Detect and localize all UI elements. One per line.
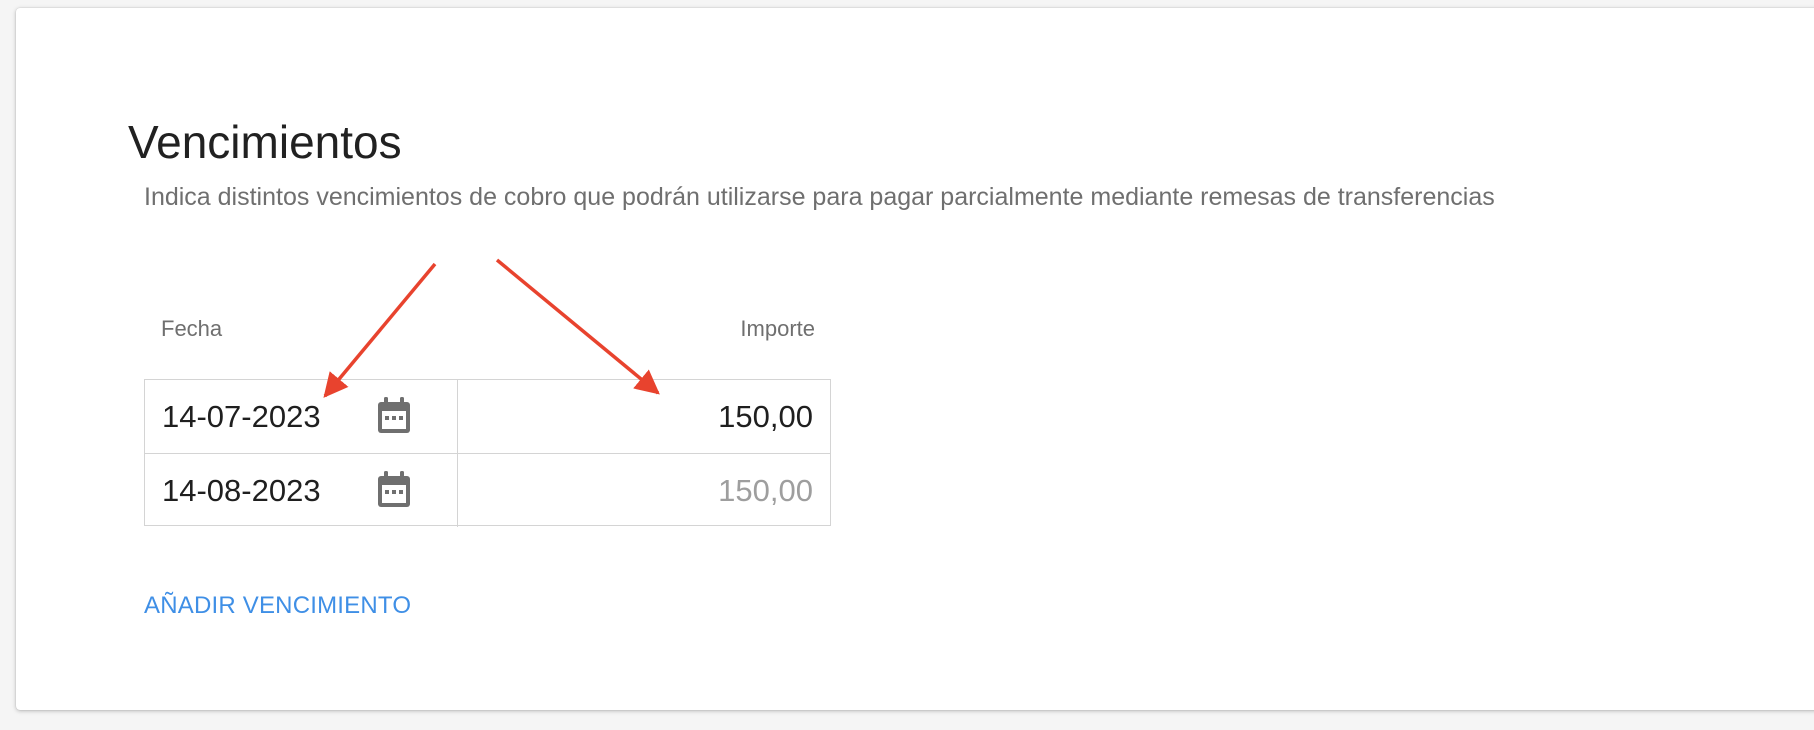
table-row: 14-08-2023 150,00 [145, 454, 830, 527]
amount-value[interactable]: 150,00 [718, 398, 813, 436]
calendar-icon[interactable] [374, 470, 414, 510]
amount-field[interactable]: 150,00 [458, 380, 830, 453]
section-description: Indica distintos vencimientos de cobro q… [144, 183, 1495, 211]
calendar-icon[interactable] [374, 396, 414, 436]
maturities-table: 14-07-2023 150,00 14-08-2023 150,00 [144, 379, 831, 527]
column-header-amount: Importe [740, 316, 815, 341]
date-value[interactable]: 14-08-2023 [162, 472, 321, 510]
maturities-card: Vencimientos Indica distintos vencimient… [16, 8, 1814, 710]
amount-placeholder[interactable]: 150,00 [718, 472, 813, 510]
date-field[interactable]: 14-07-2023 [145, 380, 458, 453]
column-header-date: Fecha [161, 316, 223, 341]
section-title: Vencimientos [128, 116, 402, 168]
date-value[interactable]: 14-07-2023 [162, 398, 321, 436]
amount-field[interactable]: 150,00 [458, 454, 830, 527]
table-row: 14-07-2023 150,00 [145, 380, 830, 454]
add-maturity-button[interactable]: AÑADIR VENCIMIENTO [144, 590, 411, 622]
date-field[interactable]: 14-08-2023 [145, 454, 458, 527]
